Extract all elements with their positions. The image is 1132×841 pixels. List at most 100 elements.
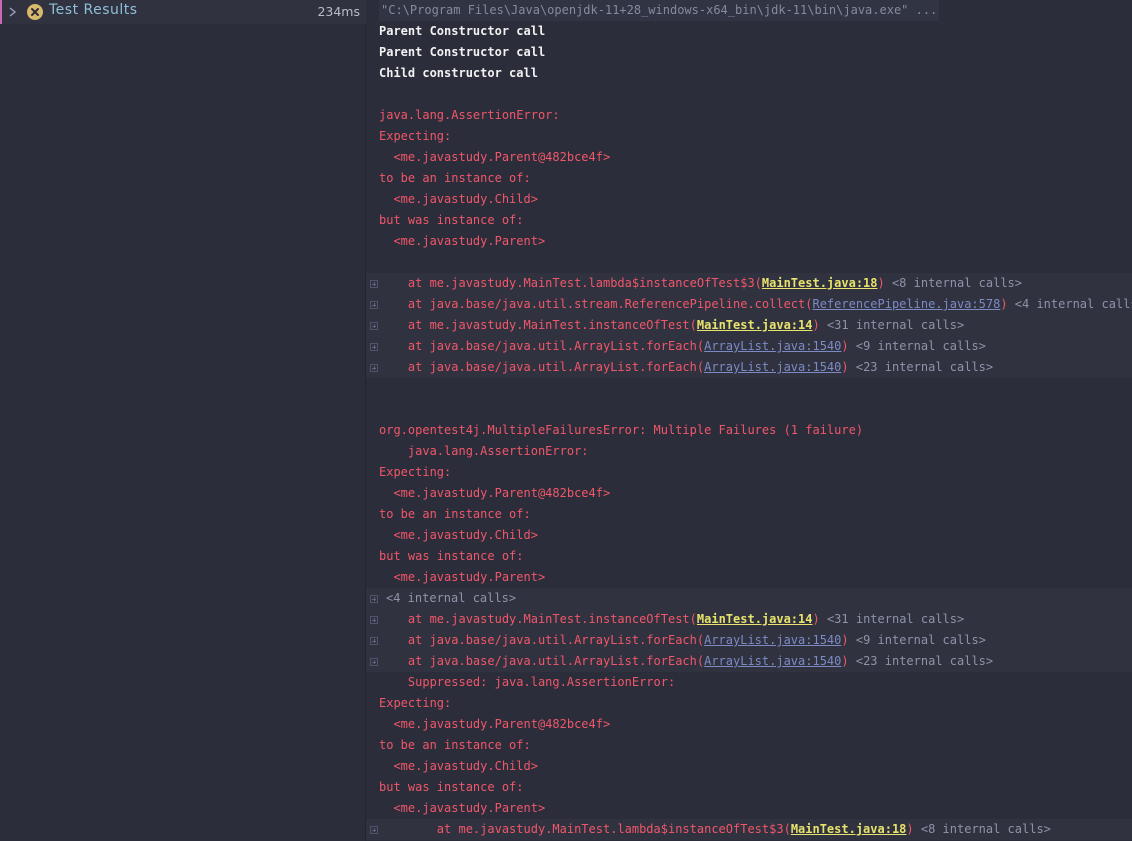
fold-toggle-icon[interactable] xyxy=(370,301,378,309)
fail-circle-x-icon xyxy=(27,4,43,20)
internal-calls-link[interactable]: <4 internal calls> xyxy=(1008,297,1132,311)
frame-close: ) xyxy=(812,318,820,332)
error-line: but was instance of: xyxy=(366,546,1132,567)
internal-calls-link[interactable]: <8 internal calls> xyxy=(914,822,1051,836)
frame-method: at me.javastudy.MainTest.lambda$instance… xyxy=(379,276,762,290)
frame-method: at java.base/java.util.ArrayList.forEach… xyxy=(379,339,705,353)
fold-toggle-icon[interactable] xyxy=(370,280,378,288)
error-line-text: to be an instance of: xyxy=(379,171,531,185)
error-line: java.lang.AssertionError: xyxy=(366,441,1132,462)
command-line: "C:\Program Files\Java\openjdk-11+28_win… xyxy=(366,0,1132,21)
stdout-line-text: Parent Constructor call xyxy=(379,45,546,59)
fold-toggle-icon[interactable] xyxy=(370,637,378,645)
error-line-text: java.lang.AssertionError: xyxy=(379,108,560,122)
frame-method: at java.base/java.util.stream.ReferenceP… xyxy=(379,297,813,311)
internal-calls-link[interactable]: <4 internal calls> xyxy=(386,588,516,609)
frame-method: at me.javastudy.MainTest.instanceOfTest( xyxy=(379,612,697,626)
test-runner-window: Test Results 234ms "C:\Program Files\Jav… xyxy=(0,0,1132,841)
fold-toggle-icon[interactable] xyxy=(370,343,378,351)
suppressed-line: <me.javastudy.Parent@482bce4f> xyxy=(366,714,1132,735)
frame-method: at java.base/java.util.ArrayList.forEach… xyxy=(379,633,705,647)
error-line: Expecting: xyxy=(366,462,1132,483)
internal-calls-link[interactable]: <31 internal calls> xyxy=(820,318,964,332)
console-output[interactable]: "C:\Program Files\Java\openjdk-11+28_win… xyxy=(366,0,1132,841)
suppressed-line: <me.javastudy.Child> xyxy=(366,756,1132,777)
suppressed-line-text: <me.javastudy.Parent@482bce4f> xyxy=(379,717,611,731)
fold-toggle-icon[interactable] xyxy=(370,658,378,666)
error-line: <me.javastudy.Child> xyxy=(366,525,1132,546)
fold-toggle-icon[interactable] xyxy=(370,322,378,330)
error-line: <me.javastudy.Parent@482bce4f> xyxy=(366,147,1132,168)
frame-close: ) xyxy=(906,822,914,836)
internal-calls-link[interactable]: <9 internal calls> xyxy=(849,633,986,647)
suppressed-line-text: to be an instance of: xyxy=(379,738,531,752)
stack-frame: at me.javastudy.MainTest.instanceOfTest(… xyxy=(366,315,1132,336)
stack-frame: at java.base/java.util.ArrayList.forEach… xyxy=(366,357,1132,378)
test-duration: 234ms xyxy=(317,4,360,19)
error-line: but was instance of: xyxy=(366,210,1132,231)
suppressed-line: but was instance of: xyxy=(366,777,1132,798)
frame-close: ) xyxy=(841,654,849,668)
source-link[interactable]: ArrayList.java:1540 xyxy=(704,654,841,668)
error-line: java.lang.AssertionError: xyxy=(366,105,1132,126)
frame-close: ) xyxy=(841,360,849,374)
source-link[interactable]: MainTest.java:18 xyxy=(762,276,878,290)
stdout-line: Parent Constructor call xyxy=(366,42,1132,63)
stack-frame-text: at me.javastudy.MainTest.instanceOfTest(… xyxy=(379,315,964,336)
suppressed-line-text: Expecting: xyxy=(379,696,452,710)
suppressed-line: to be an instance of: xyxy=(366,735,1132,756)
suppressed-line-text: <me.javastudy.Parent> xyxy=(379,801,546,815)
error-line-text: Expecting: xyxy=(379,129,452,143)
frame-close: ) xyxy=(812,612,820,626)
internal-calls-link[interactable]: <31 internal calls> xyxy=(820,612,964,626)
stack-frame: at java.base/java.util.ArrayList.forEach… xyxy=(366,651,1132,672)
fold-toggle-icon[interactable] xyxy=(370,364,378,372)
source-link[interactable]: ArrayList.java:1540 xyxy=(704,360,841,374)
error-line: <me.javastudy.Parent> xyxy=(366,231,1132,252)
error-line-text: <me.javastudy.Child> xyxy=(379,192,538,206)
error-line-text: <me.javastudy.Parent@482bce4f> xyxy=(379,150,611,164)
stdout-line-text: Child constructor call xyxy=(379,66,538,80)
stack-frame-text: at me.javastudy.MainTest.instanceOfTest(… xyxy=(379,609,964,630)
stack-frame-text: at me.javastudy.MainTest.lambda$instance… xyxy=(379,273,1022,294)
source-link[interactable]: ArrayList.java:1540 xyxy=(704,339,841,353)
error-line-text: to be an instance of: xyxy=(379,507,531,521)
source-link[interactable]: ReferencePipeline.java:578 xyxy=(812,297,1000,311)
internal-calls-link[interactable]: <23 internal calls> xyxy=(849,360,993,374)
source-link[interactable]: MainTest.java:14 xyxy=(697,612,813,626)
selection-indicator xyxy=(0,0,2,24)
chevron-right-icon[interactable] xyxy=(7,4,19,20)
fold-toggle-icon[interactable] xyxy=(370,826,378,834)
fold-toggle-icon[interactable] xyxy=(370,595,378,603)
internal-calls-row: <4 internal calls> xyxy=(366,588,1132,609)
error-line-text: <me.javastudy.Parent@482bce4f> xyxy=(379,486,611,500)
stack-frame-text: at java.base/java.util.ArrayList.forEach… xyxy=(379,630,986,651)
frame-method: at java.base/java.util.ArrayList.forEach… xyxy=(379,654,705,668)
internal-calls-link[interactable]: <8 internal calls> xyxy=(885,276,1022,290)
internal-calls-link[interactable]: <9 internal calls> xyxy=(849,339,986,353)
stack-frame: at me.javastudy.MainTest.lambda$instance… xyxy=(366,273,1132,294)
stack-frame: at me.javastudy.MainTest.instanceOfTest(… xyxy=(366,609,1132,630)
error-line-text: Expecting: xyxy=(379,465,452,479)
test-tree-panel: Test Results 234ms xyxy=(0,0,366,841)
source-link[interactable]: MainTest.java:14 xyxy=(697,318,813,332)
fold-toggle-icon[interactable] xyxy=(370,616,378,624)
source-link[interactable]: MainTest.java:18 xyxy=(791,822,907,836)
suppressed-line: Expecting: xyxy=(366,693,1132,714)
frame-close: ) xyxy=(877,276,885,290)
error-line-text: <me.javastudy.Child> xyxy=(379,528,538,542)
command-text: "C:\Program Files\Java\openjdk-11+28_win… xyxy=(379,0,940,21)
frame-method: at me.javastudy.MainTest.instanceOfTest( xyxy=(379,318,697,332)
tree-item-test-results[interactable]: Test Results 234ms xyxy=(0,0,366,24)
source-link[interactable]: ArrayList.java:1540 xyxy=(704,633,841,647)
internal-calls-link[interactable]: <23 internal calls> xyxy=(849,654,993,668)
stack-frame: at java.base/java.util.ArrayList.forEach… xyxy=(366,336,1132,357)
suppressed-line-text: but was instance of: xyxy=(379,780,524,794)
error-line-text: but was instance of: xyxy=(379,213,524,227)
suppressed-line-text: <me.javastudy.Child> xyxy=(379,759,538,773)
tree-item-label: Test Results xyxy=(49,2,138,18)
error-line: <me.javastudy.Parent@482bce4f> xyxy=(366,483,1132,504)
stack-frame-text: at java.base/java.util.stream.ReferenceP… xyxy=(379,294,1132,315)
error-line-text: but was instance of: xyxy=(379,549,524,563)
stack-frame: at me.javastudy.MainTest.lambda$instance… xyxy=(366,819,1132,840)
